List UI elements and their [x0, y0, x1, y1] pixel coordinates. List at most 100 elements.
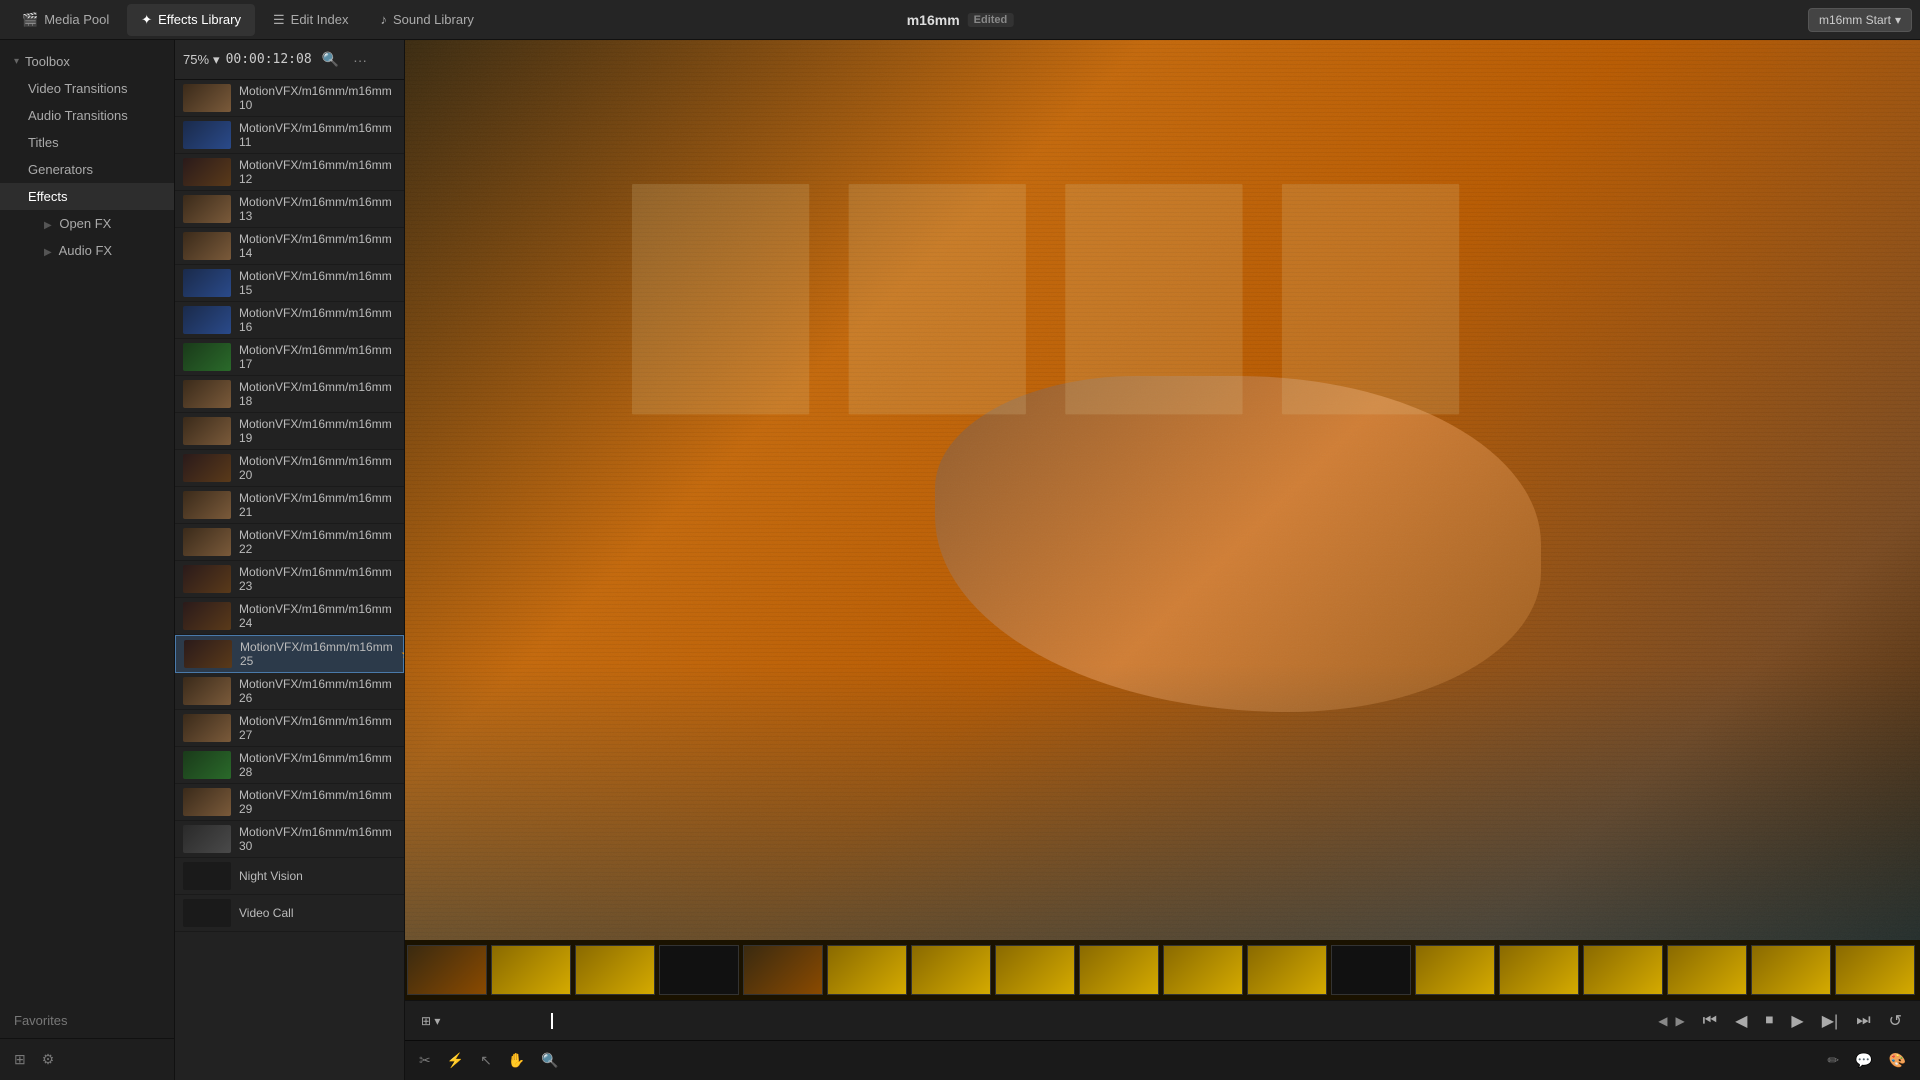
- effect-thumb-inner: [183, 751, 231, 779]
- effect-name: MotionVFX/m16mm/m16mm 25: [240, 640, 393, 668]
- video-frame: [405, 40, 1920, 1000]
- list-item[interactable]: MotionVFX/m16mm/m16mm 26: [175, 673, 404, 710]
- sidebar-item-titles[interactable]: Titles: [0, 129, 174, 156]
- list-item[interactable]: MotionVFX/m16mm/m16mm 27: [175, 710, 404, 747]
- list-item[interactable]: MotionVFX/m16mm/m16mm 17: [175, 339, 404, 376]
- effect-thumbnail: [183, 825, 231, 853]
- list-item[interactable]: Video Call: [175, 895, 404, 932]
- effects-scroll-area[interactable]: MotionVFX/m16mm/m16mm 10MotionVFX/m16mm/…: [175, 80, 404, 1080]
- list-item[interactable]: MotionVFX/m16mm/m16mm 18: [175, 376, 404, 413]
- film-frame: [407, 945, 487, 995]
- list-item[interactable]: MotionVFX/m16mm/m16mm 24: [175, 598, 404, 635]
- skip-fwd-button[interactable]: ⏭: [1850, 1009, 1876, 1033]
- effect-thumbnail: [183, 232, 231, 260]
- list-item[interactable]: MotionVFX/m16mm/m16mm 15: [175, 265, 404, 302]
- prev-frame-button[interactable]: ◀: [1654, 1012, 1671, 1030]
- start-button[interactable]: m16mm Start ▾: [1808, 8, 1912, 32]
- razor-tool-button[interactable]: ⚡: [443, 1048, 468, 1073]
- effect-name: MotionVFX/m16mm/m16mm 13: [239, 195, 396, 223]
- sidebar-item-label: Video Transitions: [28, 81, 128, 96]
- star-icon[interactable]: ★: [401, 647, 404, 661]
- music-icon: ♪: [380, 12, 387, 27]
- chevron-right-icon: ▶: [44, 247, 52, 258]
- effect-thumbnail: [183, 417, 231, 445]
- hand-tool-button[interactable]: ✋: [504, 1048, 529, 1073]
- search-button[interactable]: 🔍: [318, 49, 343, 70]
- play-button[interactable]: ▶: [1785, 1008, 1809, 1034]
- sidebar-item-audio-transitions[interactable]: Audio Transitions: [0, 102, 174, 129]
- skip-back-button[interactable]: ⏮: [1697, 1009, 1723, 1033]
- select-tool-button[interactable]: ↖: [476, 1048, 496, 1073]
- speech-bubble-tool-button[interactable]: 💬: [1851, 1048, 1876, 1073]
- list-item[interactable]: MotionVFX/m16mm/m16mm 11: [175, 117, 404, 154]
- zoom-tool-button[interactable]: 🔍: [537, 1048, 562, 1073]
- film-strip-bottom: [405, 940, 1920, 1000]
- effect-thumb-inner: [183, 454, 231, 482]
- effect-thumbnail: [183, 677, 231, 705]
- effect-name: MotionVFX/m16mm/m16mm 21: [239, 491, 396, 519]
- list-item[interactable]: MotionVFX/m16mm/m16mm 22: [175, 524, 404, 561]
- top-bar: 🎬 Media Pool ✦ Effects Library ☰ Edit In…: [0, 0, 1920, 40]
- sidebar-item-generators[interactable]: Generators: [0, 156, 174, 183]
- list-item[interactable]: MotionVFX/m16mm/m16mm 23: [175, 561, 404, 598]
- tab-sound-library[interactable]: ♪ Sound Library: [366, 4, 487, 36]
- list-item[interactable]: MotionVFX/m16mm/m16mm 13: [175, 191, 404, 228]
- effect-name: MotionVFX/m16mm/m16mm 24: [239, 602, 396, 630]
- next-frame-button[interactable]: ▶: [1671, 1012, 1688, 1030]
- list-item[interactable]: MotionVFX/m16mm/m16mm 20: [175, 450, 404, 487]
- list-item[interactable]: MotionVFX/m16mm/m16mm 29: [175, 784, 404, 821]
- list-item[interactable]: MotionVFX/m16mm/m16mm 14: [175, 228, 404, 265]
- list-item[interactable]: MotionVFX/m16mm/m16mm 30: [175, 821, 404, 858]
- sidebar-item-label: Open FX: [59, 216, 111, 231]
- frame-select-button[interactable]: ⊞ ▾: [417, 1012, 444, 1030]
- next-button[interactable]: ▶|: [1816, 1008, 1844, 1034]
- more-options-button[interactable]: ···: [349, 50, 371, 70]
- toolbox-header[interactable]: ▾ Toolbox: [0, 48, 174, 75]
- zoom-display: 75% ▾: [183, 52, 220, 68]
- effect-thumbnail: [183, 528, 231, 556]
- list-item[interactable]: Night Vision: [175, 858, 404, 895]
- loop-button[interactable]: ↺: [1883, 1008, 1908, 1034]
- effect-thumb-inner: [183, 565, 231, 593]
- toolbox-label: Toolbox: [25, 54, 70, 69]
- list-item[interactable]: MotionVFX/m16mm/m16mm 25 ★: [175, 635, 404, 673]
- sidebar-item-open-fx[interactable]: ▶ Open FX: [16, 210, 174, 237]
- tab-effects-library[interactable]: ✦ Effects Library: [127, 4, 255, 36]
- cut-tool-button[interactable]: ✂: [415, 1048, 435, 1073]
- list-item[interactable]: MotionVFX/m16mm/m16mm 12: [175, 154, 404, 191]
- favorites-label: Favorites: [0, 1003, 174, 1038]
- prev-button[interactable]: ◀: [1729, 1008, 1753, 1034]
- effect-name: MotionVFX/m16mm/m16mm 19: [239, 417, 396, 445]
- effect-name: MotionVFX/m16mm/m16mm 14: [239, 232, 396, 260]
- list-item[interactable]: MotionVFX/m16mm/m16mm 28: [175, 747, 404, 784]
- effect-name: MotionVFX/m16mm/m16mm 29: [239, 788, 396, 816]
- effect-thumbnail: [183, 602, 231, 630]
- effect-thumb-inner: [183, 380, 231, 408]
- preview-area: ⊞ ▾ ◀ ▶ ⏮ ◀ ⏹ ▶ ▶| ⏭ ↺ ✂ ⚡ ↖ ✋ 🔍: [405, 40, 1920, 1080]
- sidebar-item-label: Audio Transitions: [28, 108, 128, 123]
- list-item[interactable]: MotionVFX/m16mm/m16mm 10: [175, 80, 404, 117]
- color-tool-button[interactable]: 🎨: [1885, 1048, 1910, 1073]
- effects-list-panel: 75% ▾ 00:00:12:08 🔍 ··· MotionVFX/m16mm/…: [175, 40, 405, 1080]
- sidebar-item-label: Effects: [28, 189, 68, 204]
- list-icon: ☰: [273, 12, 285, 28]
- effect-thumbnail: [183, 121, 231, 149]
- settings-icon[interactable]: ⚙: [38, 1047, 59, 1072]
- tab-edit-index[interactable]: ☰ Edit Index: [259, 4, 362, 36]
- effect-thumbnail: [183, 84, 231, 112]
- effect-thumb-inner: [183, 528, 231, 556]
- sidebar-item-audio-fx[interactable]: ▶ Audio FX: [16, 237, 174, 264]
- sidebar-item-video-transitions[interactable]: Video Transitions: [0, 75, 174, 102]
- effect-name: MotionVFX/m16mm/m16mm 16: [239, 306, 396, 334]
- stop-button[interactable]: ⏹: [1759, 1009, 1779, 1033]
- sidebar-item-effects[interactable]: Effects: [0, 183, 174, 210]
- tab-sound-library-label: Sound Library: [393, 12, 474, 27]
- list-item[interactable]: MotionVFX/m16mm/m16mm 19: [175, 413, 404, 450]
- list-item[interactable]: MotionVFX/m16mm/m16mm 21: [175, 487, 404, 524]
- chevron-down-icon: ▾: [1895, 13, 1901, 27]
- pen-tool-button[interactable]: ✏: [1823, 1048, 1843, 1073]
- grid-icon[interactable]: ⊞: [10, 1047, 30, 1072]
- tab-media-pool[interactable]: 🎬 Media Pool: [8, 4, 123, 36]
- list-item[interactable]: MotionVFX/m16mm/m16mm 16: [175, 302, 404, 339]
- timeline-scrub[interactable]: ◀ ▶: [452, 1001, 1688, 1040]
